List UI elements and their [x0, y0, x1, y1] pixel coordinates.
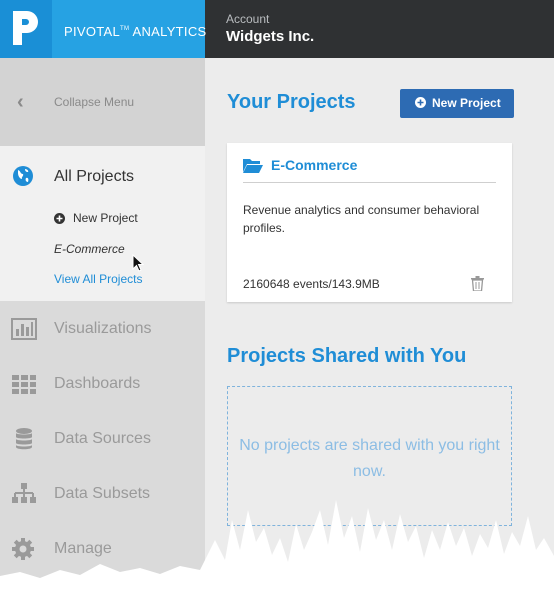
sidebar-item-label: Data Sources — [54, 430, 151, 447]
account-name[interactable]: Widgets Inc. — [226, 28, 314, 45]
sidebar-item-dashboards[interactable]: Dashboards — [0, 359, 205, 409]
collapse-menu-button[interactable]: ‹ Collapse Menu — [0, 58, 205, 146]
sidebar-item-visualizations[interactable]: Visualizations — [0, 304, 205, 354]
new-project-button-label: New Project — [432, 96, 501, 110]
plus-circle-icon — [415, 97, 426, 108]
globe-icon — [13, 166, 33, 186]
sidebar-section-all-projects: All Projects New Project E-Commerce View… — [0, 146, 205, 301]
plus-circle-icon — [54, 213, 65, 224]
collapse-menu-label: Collapse Menu — [54, 95, 135, 109]
divider — [243, 182, 496, 183]
grid-icon — [12, 375, 36, 394]
view-all-projects-link[interactable]: View All Projects — [54, 272, 142, 286]
sidebar-new-project-link[interactable]: New Project — [73, 211, 138, 225]
sidebar-project-e-commerce[interactable]: E-Commerce — [54, 242, 125, 256]
project-name[interactable]: E-Commerce — [271, 157, 357, 173]
brand-name[interactable]: PIVOTALTM ANALYTICS — [52, 0, 206, 58]
database-icon — [16, 428, 32, 450]
sidebar-item-data-sources[interactable]: Data Sources — [0, 414, 205, 464]
trash-icon[interactable] — [471, 276, 484, 291]
project-stats: 2160648 events/143.9MB — [243, 277, 380, 291]
waveform-decoration — [0, 500, 554, 590]
bar-chart-icon — [11, 318, 37, 340]
logo[interactable] — [0, 0, 52, 58]
new-project-button[interactable]: New Project — [400, 89, 514, 118]
account-label: Account — [226, 12, 270, 26]
top-bar: PIVOTALTM ANALYTICS Account Widgets Inc. — [0, 0, 554, 58]
sidebar-item-all-projects[interactable]: All Projects — [54, 168, 134, 186]
sidebar-item-label: Dashboards — [54, 375, 141, 392]
mouse-cursor-icon — [132, 254, 144, 272]
shared-empty-message: No projects are shared with you right no… — [239, 437, 500, 480]
shared-projects-title: Projects Shared with You — [227, 345, 467, 367]
page-title: Your Projects — [227, 91, 356, 113]
sidebar-item-label: Visualizations — [54, 320, 152, 337]
folder-open-icon — [243, 159, 263, 173]
pivotal-logo-icon — [13, 11, 38, 45]
project-description: Revenue analytics and consumer behaviora… — [243, 203, 480, 235]
project-card[interactable]: E-Commerce Revenue analytics and consume… — [227, 143, 512, 302]
chevron-left-icon: ‹ — [17, 91, 24, 113]
